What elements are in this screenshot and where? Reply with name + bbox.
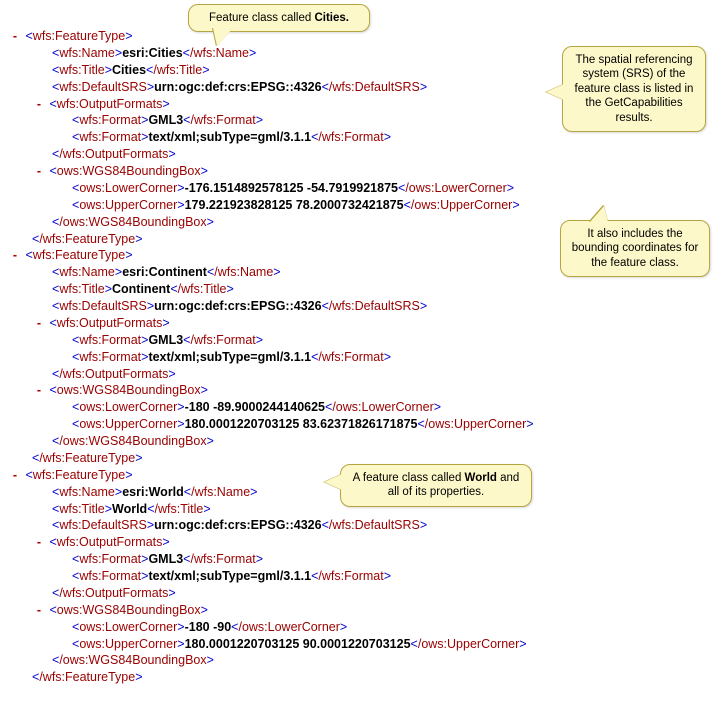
- xml-line: <ows:UpperCorner>180.0001220703125 90.00…: [8, 636, 710, 653]
- xml-line: <ows:LowerCorner>-180 -89.9000244140625<…: [8, 399, 710, 416]
- xml-line: - <wfs:OutputFormats>: [8, 534, 710, 551]
- callout-bold: Cities.: [314, 12, 349, 24]
- value-srs: urn:ogc:def:crs:EPSG::4326: [154, 80, 321, 94]
- xml-line: </ows:WGS84BoundingBox>: [8, 652, 710, 669]
- value-format: GML3: [148, 552, 183, 566]
- callout-text: A feature class called: [353, 472, 465, 484]
- xml-line: <ows:UpperCorner>180.0001220703125 83.62…: [8, 416, 710, 433]
- value-uppercorner: 179.221923828125 78.2000732421875: [185, 198, 404, 212]
- xml-line: <wfs:Format>text/xml;subType=gml/3.1.1</…: [8, 349, 710, 366]
- value-uppercorner: 180.0001220703125 83.62371826171875: [185, 417, 418, 431]
- xml-line: <wfs:Format>GML3</wfs:Format>: [8, 551, 710, 568]
- value-title: Continent: [112, 282, 170, 296]
- xml-line: </wfs:FeatureType>: [8, 669, 710, 686]
- callout-tail: [546, 84, 564, 100]
- xml-line: - <ows:WGS84BoundingBox>: [8, 602, 710, 619]
- value-format: text/xml;subType=gml/3.1.1: [148, 130, 311, 144]
- callout-tail: [324, 474, 342, 490]
- value-format: GML3: [148, 113, 183, 127]
- value-name: esri:Continent: [122, 265, 207, 279]
- callout-text: Feature class called: [209, 12, 314, 24]
- xml-line: - <wfs:OutputFormats>: [8, 315, 710, 332]
- value-title: World: [112, 502, 147, 516]
- xml-line: - <ows:WGS84BoundingBox>: [8, 163, 710, 180]
- callout-text: It also includes the bounding coordinate…: [572, 228, 699, 269]
- callout-bold: World: [465, 472, 497, 484]
- xml-line: <wfs:Format>GML3</wfs:Format>: [8, 332, 710, 349]
- xml-line: <wfs:Format>text/xml;subType=gml/3.1.1</…: [8, 568, 710, 585]
- callout-srs: The spatial referencing system (SRS) of …: [562, 46, 706, 132]
- callout-world: A feature class called World and all of …: [340, 464, 532, 507]
- value-name: esri:Cities: [122, 46, 182, 60]
- value-srs: urn:ogc:def:crs:EPSG::4326: [154, 518, 321, 532]
- value-name: esri:World: [122, 485, 184, 499]
- callout-tail: [590, 206, 608, 222]
- xml-line: </wfs:OutputFormats>: [8, 366, 710, 383]
- xml-line: - <ows:WGS84BoundingBox>: [8, 382, 710, 399]
- xml-line: <ows:LowerCorner>-176.1514892578125 -54.…: [8, 180, 710, 197]
- callout-text: The spatial referencing system (SRS) of …: [575, 54, 694, 124]
- xml-line: </ows:WGS84BoundingBox>: [8, 433, 710, 450]
- xml-line: <wfs:DefaultSRS>urn:ogc:def:crs:EPSG::43…: [8, 517, 710, 534]
- xml-line: </wfs:OutputFormats>: [8, 146, 710, 163]
- xml-line: <wfs:Title>Continent</wfs:Title>: [8, 281, 710, 298]
- value-lowercorner: -180 -90: [185, 620, 232, 634]
- value-format: text/xml;subType=gml/3.1.1: [148, 350, 311, 364]
- value-format: text/xml;subType=gml/3.1.1: [148, 569, 311, 583]
- value-uppercorner: 180.0001220703125 90.0001220703125: [185, 637, 411, 651]
- xml-line: </wfs:OutputFormats>: [8, 585, 710, 602]
- value-title: Cities: [112, 63, 146, 77]
- callout-bbox: It also includes the bounding coordinate…: [560, 220, 710, 277]
- value-lowercorner: -180 -89.9000244140625: [185, 400, 325, 414]
- value-srs: urn:ogc:def:crs:EPSG::4326: [154, 299, 321, 313]
- callout-tail: [213, 28, 233, 46]
- xml-line: <ows:LowerCorner>-180 -90</ows:LowerCorn…: [8, 619, 710, 636]
- xml-line: <wfs:DefaultSRS>urn:ogc:def:crs:EPSG::43…: [8, 298, 710, 315]
- value-format: GML3: [148, 333, 183, 347]
- value-lowercorner: -176.1514892578125 -54.7919921875: [185, 181, 398, 195]
